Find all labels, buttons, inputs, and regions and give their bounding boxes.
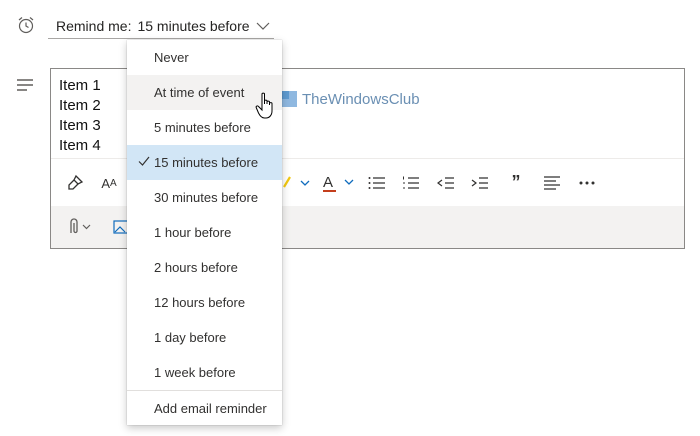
option-1-day[interactable]: 1 day before — [127, 320, 282, 355]
checkmark-icon — [138, 156, 150, 166]
list-item: Item 1 — [59, 77, 101, 94]
numbering-icon[interactable] — [401, 173, 421, 193]
option-never[interactable]: Never — [127, 40, 282, 75]
reminder-dropdown[interactable]: Remind me: 15 minutes before — [48, 14, 274, 39]
watermark-text: TheWindowsClub — [302, 90, 420, 108]
format-painter-icon[interactable] — [65, 173, 85, 193]
svg-text:A: A — [323, 174, 333, 191]
chevron-down-icon — [256, 22, 269, 30]
option-2-hours[interactable]: 2 hours before — [127, 250, 282, 285]
align-icon[interactable] — [542, 173, 562, 193]
option-15-minutes[interactable]: 15 minutes before — [127, 145, 282, 180]
option-12-hours[interactable]: 12 hours before — [127, 285, 282, 320]
highlight-icon[interactable] — [281, 173, 315, 193]
option-label: 15 minutes before — [154, 155, 259, 170]
add-email-reminder-button[interactable]: Add email reminder — [127, 391, 282, 425]
notes-icon — [17, 79, 33, 91]
hand-cursor-icon — [255, 92, 273, 119]
attach-icon[interactable] — [65, 216, 95, 238]
quote-icon[interactable]: ” — [506, 171, 526, 193]
decrease-indent-icon[interactable] — [436, 173, 456, 193]
font-color-icon[interactable]: A — [321, 171, 361, 195]
increase-indent-icon[interactable] — [470, 173, 490, 193]
reminder-label: Remind me: — [56, 18, 132, 34]
option-1-hour[interactable]: 1 hour before — [127, 215, 282, 250]
list-item: Item 2 — [59, 97, 101, 114]
watermark-logo-icon — [281, 91, 297, 107]
reminder-value: 15 minutes before — [137, 18, 250, 34]
watermark: TheWindowsClub — [280, 88, 420, 110]
alarm-clock-icon — [18, 17, 34, 34]
font-size-icon[interactable]: AA — [99, 173, 119, 193]
list-item: Item 3 — [59, 117, 101, 134]
list-item: Item 4 — [59, 137, 101, 154]
option-1-week[interactable]: 1 week before — [127, 355, 282, 390]
more-icon[interactable] — [576, 173, 598, 193]
option-30-minutes[interactable]: 30 minutes before — [127, 180, 282, 215]
bullets-icon[interactable] — [367, 173, 387, 193]
